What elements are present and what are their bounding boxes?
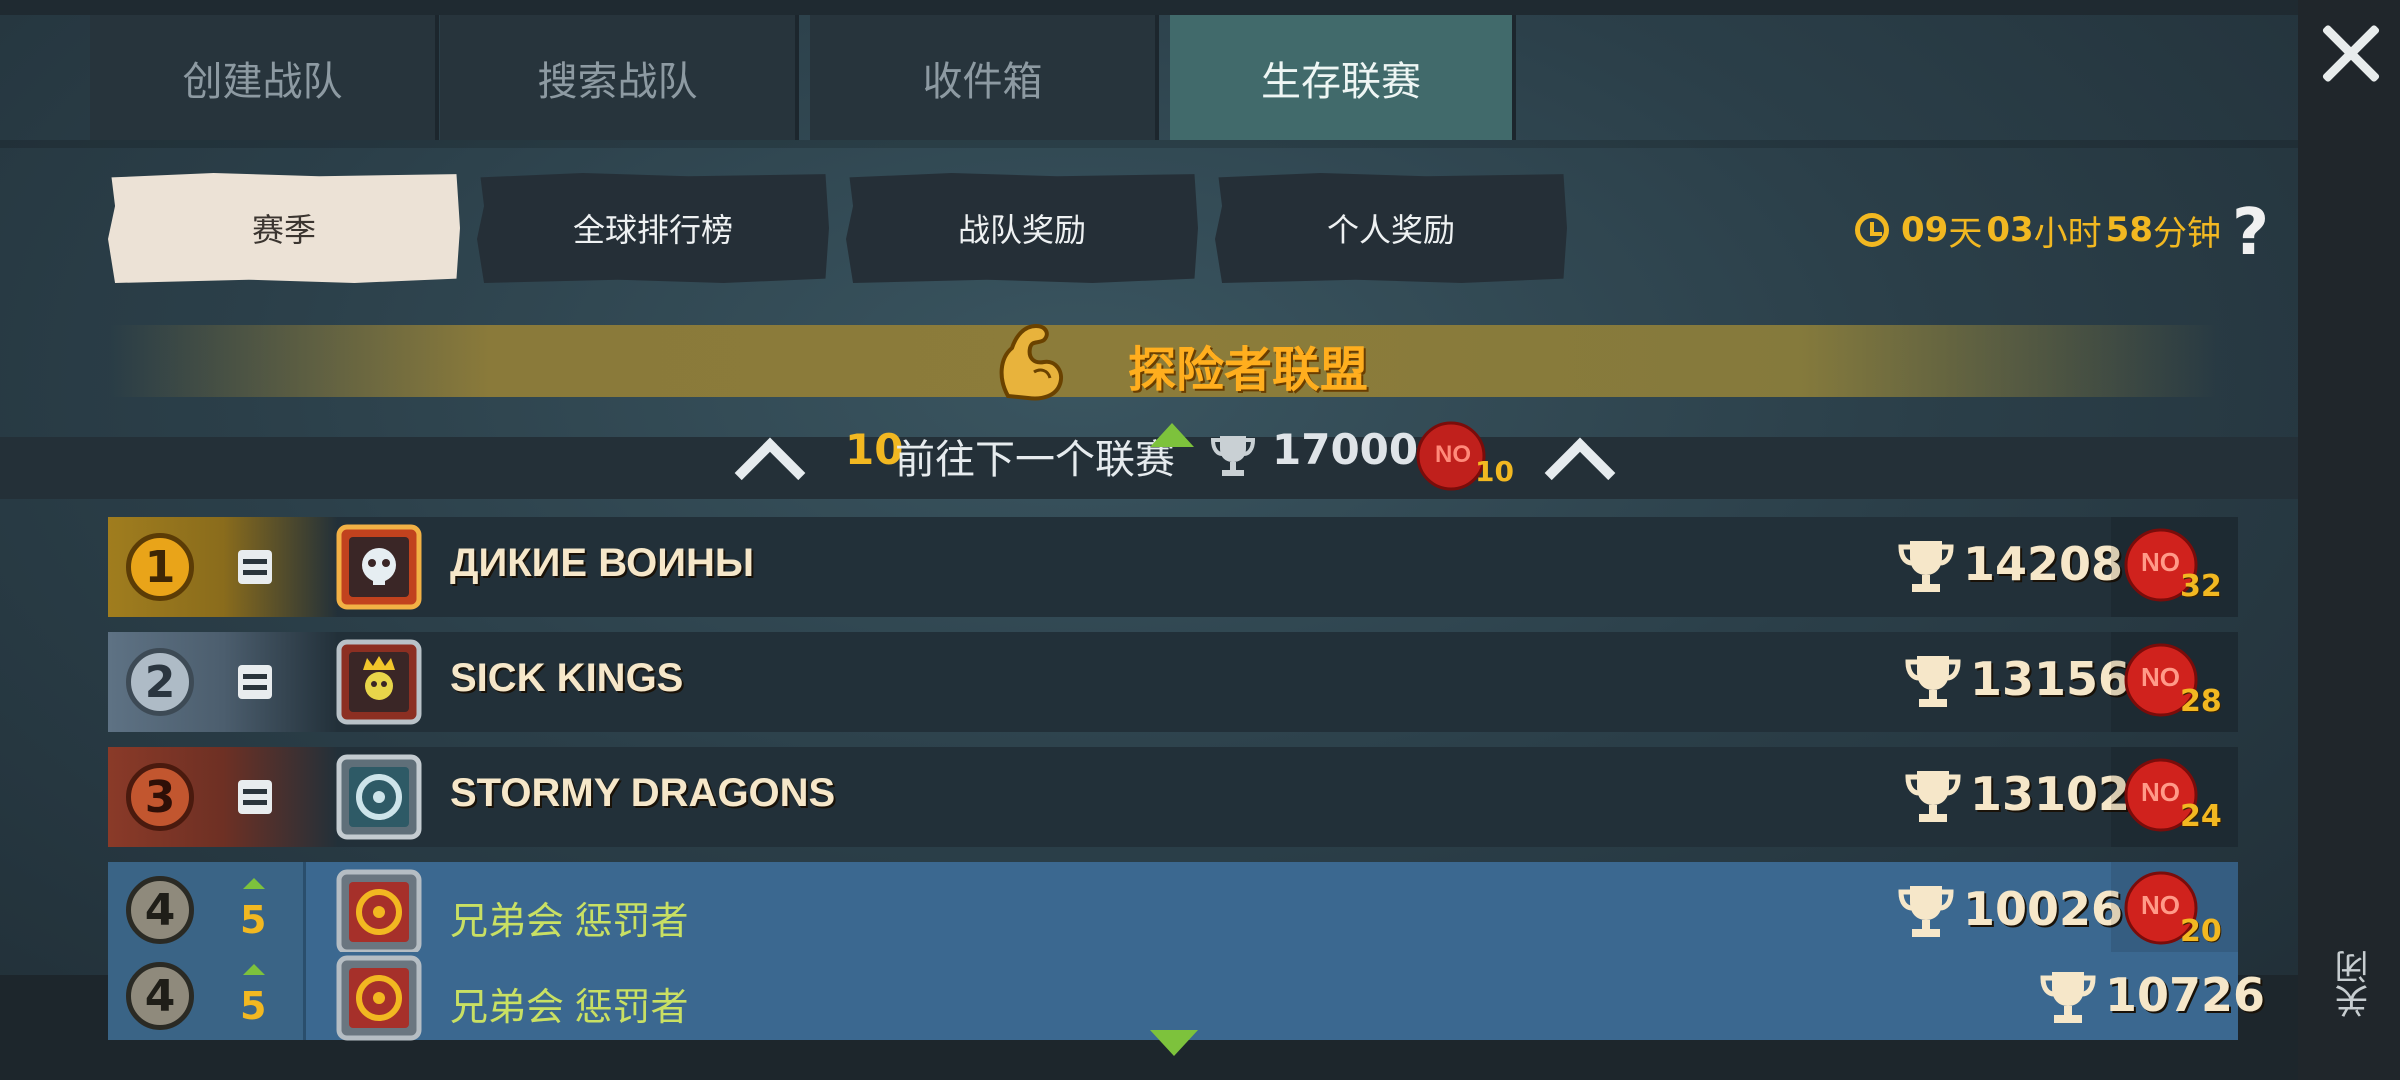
promotion-token-count: 10 bbox=[1475, 455, 1514, 488]
tab-inbox[interactable]: 收件箱 bbox=[810, 15, 1159, 140]
token-count: 24 bbox=[2180, 799, 2222, 834]
tab-survival-league[interactable]: 生存联赛 bbox=[1170, 15, 1516, 140]
subtab-global-leaderboard[interactable]: 全球排行榜 bbox=[477, 173, 829, 283]
table-row[interactable]: 2 SICK KINGS 13156 NO 28 bbox=[108, 632, 2238, 732]
svg-text:NO: NO bbox=[2141, 547, 2180, 577]
team-score: 14208 bbox=[1963, 537, 2124, 591]
rank-change: 5 bbox=[240, 984, 267, 1028]
svg-text:NO: NO bbox=[2141, 777, 2180, 807]
team-name: STORMY DRAGONS bbox=[450, 771, 836, 815]
top-tab-bar: 创建战队 搜索战队 收件箱 生存联赛 bbox=[90, 15, 1520, 140]
rank-medal: 4 bbox=[126, 962, 194, 1030]
svg-text:NO: NO bbox=[2141, 662, 2180, 692]
timer-minutes-unit: 分钟 bbox=[2152, 213, 2221, 254]
timer-days: 09 bbox=[1901, 210, 1949, 250]
rank-unchanged-icon bbox=[238, 550, 272, 584]
team-emblem-crown-skull-icon bbox=[336, 639, 422, 725]
timer-hours-unit: 小时 bbox=[2033, 213, 2102, 254]
svg-text:NO: NO bbox=[2141, 890, 2180, 920]
token-count: 28 bbox=[2180, 684, 2222, 719]
table-row[interactable]: 4 5 兄弟会 惩罚者 10026 NO 20 bbox=[108, 862, 2238, 962]
tab-create-team[interactable]: 创建战队 bbox=[90, 15, 439, 140]
rank-change: 5 bbox=[240, 898, 267, 942]
subtab-label: 赛季 bbox=[251, 211, 316, 249]
trophy-icon bbox=[2040, 972, 2096, 1023]
subtab-label: 全球排行榜 bbox=[572, 211, 733, 249]
clock-icon bbox=[1855, 213, 1889, 247]
team-emblem-skull-icon bbox=[336, 524, 422, 610]
league-title: 探险者联盟 bbox=[1128, 342, 1369, 398]
rank-unchanged-icon bbox=[238, 780, 272, 814]
team-score: 10026 bbox=[1963, 882, 2124, 936]
team-name: ДИКИЕ ВОИНЫ bbox=[450, 541, 755, 585]
team-emblem-biohazard-icon bbox=[336, 955, 422, 1041]
rank-medal: 2 bbox=[126, 648, 194, 716]
trophy-icon bbox=[1898, 886, 1954, 937]
close-button[interactable]: 关闭 bbox=[2330, 950, 2379, 1018]
rank-medal: 4 bbox=[126, 876, 194, 944]
team-score: 10726 bbox=[2105, 968, 2266, 1022]
team-name: SICK KINGS bbox=[450, 656, 684, 700]
svg-text:NO: NO bbox=[1435, 441, 1471, 468]
promotion-text: 前往下一个联赛 bbox=[895, 437, 1175, 483]
trophy-icon bbox=[1905, 656, 1961, 707]
tab-label: 收件箱 bbox=[922, 58, 1043, 105]
subtab-season[interactable]: 赛季 bbox=[108, 173, 460, 283]
token-count: 20 bbox=[2180, 914, 2222, 949]
team-name: 兄弟会 惩罚者 bbox=[450, 987, 689, 1029]
scroll-down-icon[interactable] bbox=[1150, 1030, 1198, 1056]
timer-days-unit: 天 bbox=[1948, 213, 1983, 254]
top-divider bbox=[0, 140, 2298, 148]
subtab-team-rewards[interactable]: 战队奖励 bbox=[846, 173, 1198, 283]
subtab-label: 个人奖励 bbox=[1326, 211, 1455, 249]
trophy-icon bbox=[1898, 541, 1954, 592]
table-row[interactable]: 3 STORMY DRAGONS 13102 NO 24 bbox=[108, 747, 2238, 847]
token-count: 32 bbox=[2180, 569, 2222, 604]
subtab-label: 战队奖励 bbox=[957, 211, 1086, 249]
team-name: 兄弟会 惩罚者 bbox=[450, 901, 689, 943]
row-background bbox=[108, 952, 2238, 1040]
tab-label: 生存联赛 bbox=[1261, 58, 1421, 105]
team-score: 13156 bbox=[1970, 652, 2131, 706]
subtab-personal-rewards[interactable]: 个人奖励 bbox=[1215, 173, 1567, 283]
own-team-row[interactable]: 4 5 兄弟会 惩罚者 10726 bbox=[108, 952, 2265, 1041]
top-strip bbox=[0, 0, 2298, 15]
tab-label: 创建战队 bbox=[182, 58, 343, 105]
trophy-icon bbox=[1210, 436, 1256, 476]
season-timer: 09 天 03 小时 58 分钟 bbox=[1855, 205, 2221, 255]
rank-up-icon bbox=[243, 878, 265, 889]
promotion-score: 17000 bbox=[1272, 425, 1419, 474]
table-row[interactable]: 1 ДИКИЕ ВОИНЫ 14208 NO 32 bbox=[108, 517, 2238, 617]
trophy-icon bbox=[1905, 771, 1961, 822]
team-emblem-biohazard-icon bbox=[336, 754, 422, 840]
scroll-up-icon[interactable] bbox=[1150, 423, 1194, 447]
close-icon[interactable] bbox=[2318, 20, 2384, 86]
rank-medal: 1 bbox=[126, 533, 194, 601]
rank-unchanged-icon bbox=[238, 665, 272, 699]
timer-hours: 03 bbox=[1986, 210, 2034, 250]
rank-medal: 3 bbox=[126, 763, 194, 831]
team-emblem-biohazard-icon bbox=[336, 869, 422, 955]
team-score: 13102 bbox=[1970, 767, 2131, 821]
help-icon[interactable]: ? bbox=[2232, 196, 2269, 270]
tab-label: 搜索战队 bbox=[537, 58, 698, 105]
rank-up-icon bbox=[243, 964, 265, 975]
timer-minutes: 58 bbox=[2105, 210, 2153, 250]
flexed-arm-icon bbox=[999, 323, 1063, 401]
right-sidebar bbox=[2298, 0, 2400, 1080]
tab-search-team[interactable]: 搜索战队 bbox=[440, 15, 799, 140]
